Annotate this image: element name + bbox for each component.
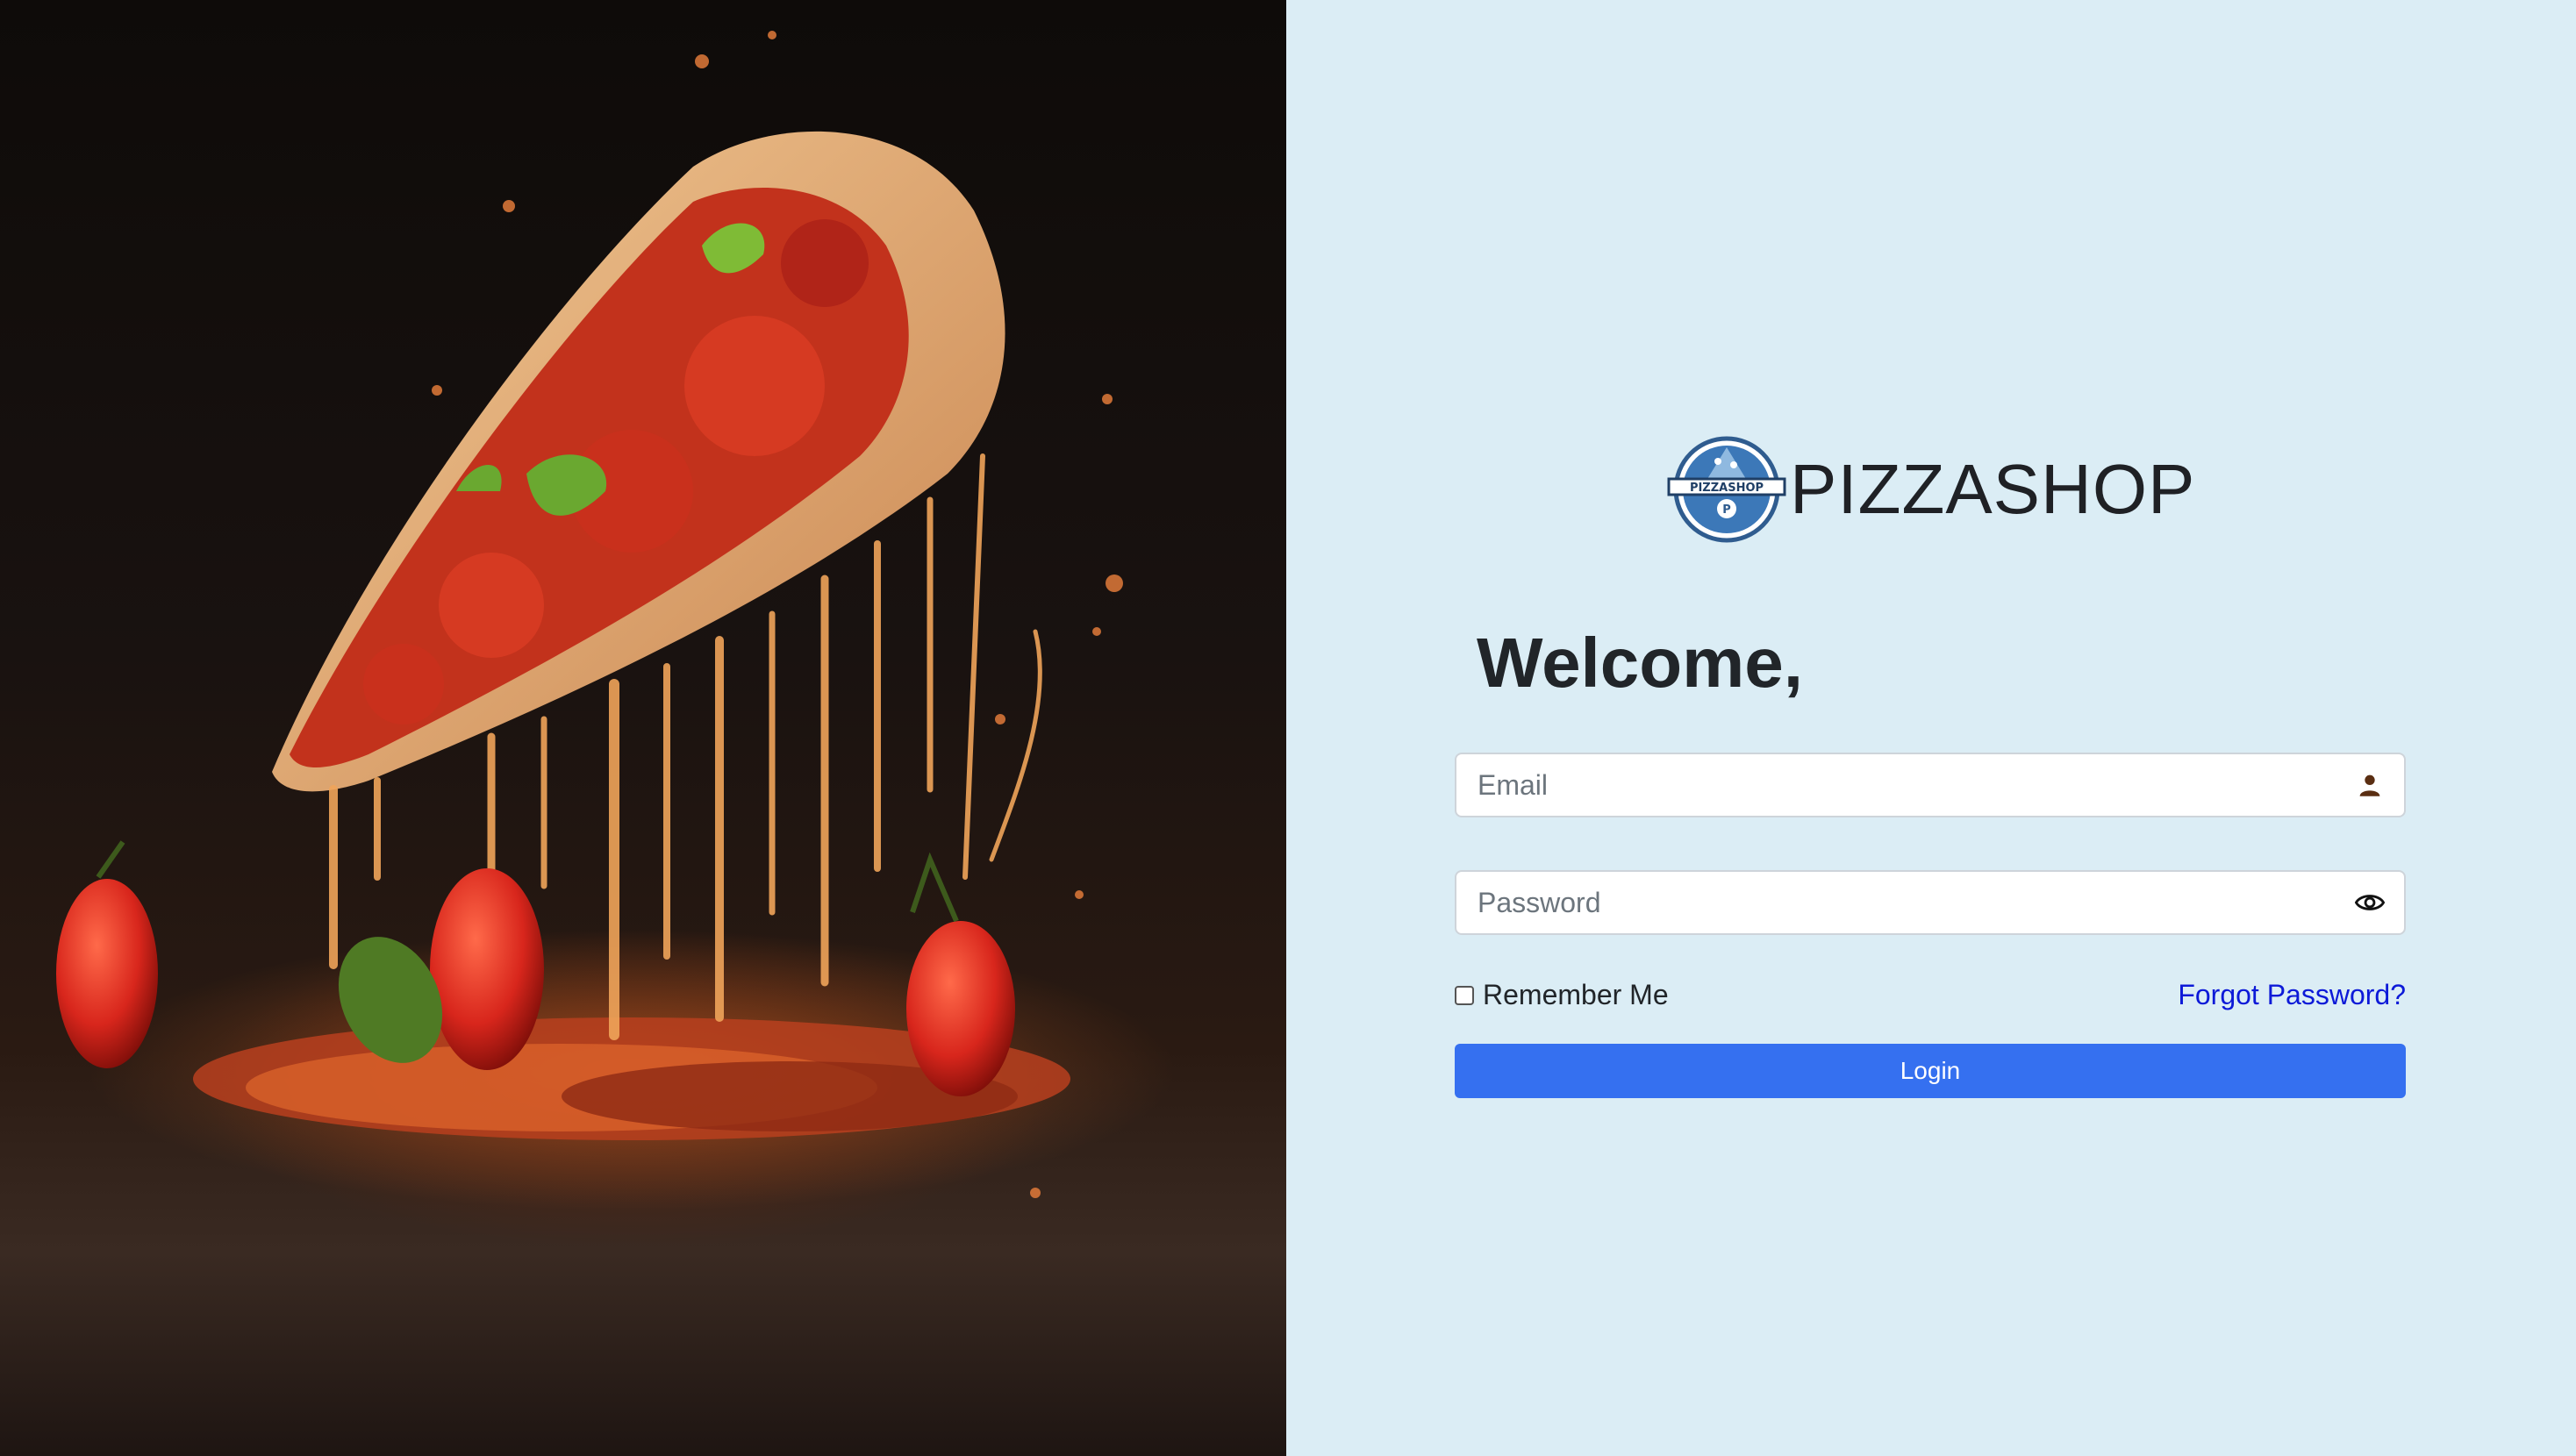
email-input[interactable] (1456, 754, 2316, 816)
brand-header: PIZZASHOP P PIZZASHOP (1667, 435, 2195, 544)
forgot-password-link[interactable]: Forgot Password? (2178, 979, 2406, 1011)
remember-me-label: Remember Me (1483, 979, 1669, 1010)
remember-me-checkbox[interactable] (1455, 985, 1474, 1005)
login-button[interactable]: Login (1455, 1044, 2406, 1098)
hero-image (0, 0, 1286, 1456)
password-field[interactable] (1455, 870, 2406, 935)
user-icon (2359, 774, 2380, 796)
pizza-shop-logo-icon: PIZZASHOP P (1667, 436, 1786, 543)
brand-name: PIZZASHOP (1790, 450, 2196, 528)
welcome-heading: Welcome, (1477, 624, 1803, 702)
eye-icon[interactable] (2355, 888, 2385, 917)
svg-text:PIZZASHOP: PIZZASHOP (1690, 482, 1764, 495)
password-input[interactable] (1456, 872, 2316, 933)
login-panel (1286, 0, 2576, 1456)
email-field[interactable] (1455, 753, 2406, 817)
remember-me[interactable]: Remember Me (1455, 979, 1669, 1011)
svg-text:P: P (1722, 503, 1731, 517)
pizza-slice-illustration (56, 31, 1176, 1210)
